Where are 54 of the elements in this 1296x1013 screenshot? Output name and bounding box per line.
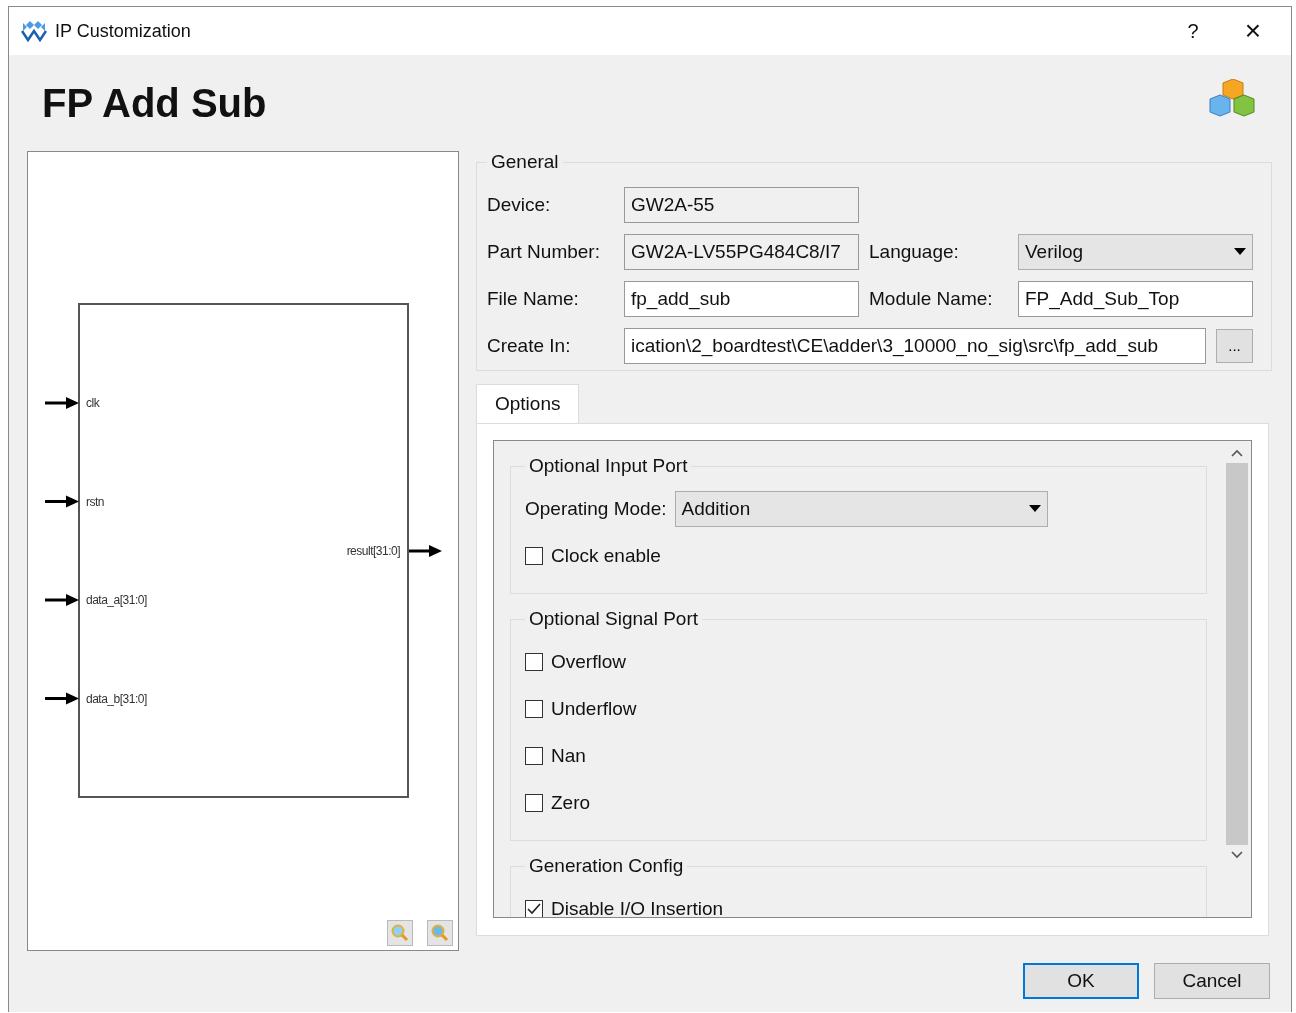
dropdown[interactable]: Addition (674, 490, 1048, 527)
input-arrow (45, 397, 79, 409)
group-title: Optional Signal Port (528, 608, 699, 630)
magnifier-icon (431, 924, 449, 942)
port-label: clk (86, 396, 100, 410)
ok-button[interactable]: OK (1023, 963, 1139, 999)
text-field[interactable]: FP_Add_Sub_Top (1018, 280, 1253, 317)
checkbox[interactable] (525, 699, 543, 718)
field-label: File Name: (487, 287, 580, 310)
magnifier-icon (391, 924, 409, 942)
readonly-field: GW2A-55 (624, 186, 859, 223)
tab[interactable]: Options (476, 384, 580, 423)
checkbox-label: Disable I/O Insertion (551, 897, 724, 917)
readonly-field: GW2A-LV55PG484C8/I7 (624, 233, 859, 270)
checkbox[interactable] (525, 546, 543, 565)
path-field[interactable]: ication\2_boardtest\CE\adder\3_10000_no_sig\src\fp_add_sub (624, 327, 1206, 364)
input-arrow (45, 594, 79, 606)
field-label: Language: (869, 240, 960, 263)
logo-icon (21, 20, 47, 42)
field-label: Module Name: (869, 287, 994, 310)
group-title: Generation Config (528, 855, 685, 877)
browse-button[interactable]: ... (1216, 328, 1253, 363)
port-label: data_b[31:0] (86, 691, 147, 706)
port-label: result[31:0] (346, 544, 400, 558)
checkbox[interactable] (525, 793, 543, 812)
checkbox[interactable] (525, 899, 543, 917)
field-label: Operating Mode: (525, 497, 667, 520)
ip-title: FP Add Sub (41, 80, 267, 126)
checkbox-label: Overflow (551, 650, 626, 673)
close-button[interactable]: × (1223, 11, 1283, 51)
checkbox[interactable] (525, 652, 543, 671)
output-arrow (409, 545, 442, 557)
input-arrow (45, 495, 79, 508)
cancel-button[interactable]: Cancel (1154, 963, 1270, 999)
checkbox-label: Underflow (551, 697, 637, 720)
help-button[interactable]: ? (1163, 11, 1223, 51)
window-title: IP Customization (55, 20, 191, 42)
group-title: General (490, 151, 560, 173)
checkbox-label: Nan (551, 744, 586, 767)
field-label: Part Number: (487, 240, 601, 263)
caret-icon (1234, 248, 1246, 255)
checkbox-label: Zero (551, 791, 591, 814)
port-label: rstn (86, 494, 104, 509)
port-label: data_a[31:0] (86, 593, 147, 607)
text-field[interactable]: fp_add_sub (624, 280, 859, 317)
group-title: Optional Input Port (528, 455, 689, 477)
checkbox[interactable] (525, 746, 543, 765)
field-label: Create In: (487, 334, 572, 357)
input-arrow (45, 692, 79, 705)
checkbox-label: Clock enable (551, 544, 661, 567)
caret-icon (1028, 505, 1041, 512)
field-label: Device: (487, 193, 552, 216)
dropdown[interactable]: Verilog (1018, 233, 1253, 270)
scrollbar-thumb[interactable] (1226, 463, 1248, 845)
